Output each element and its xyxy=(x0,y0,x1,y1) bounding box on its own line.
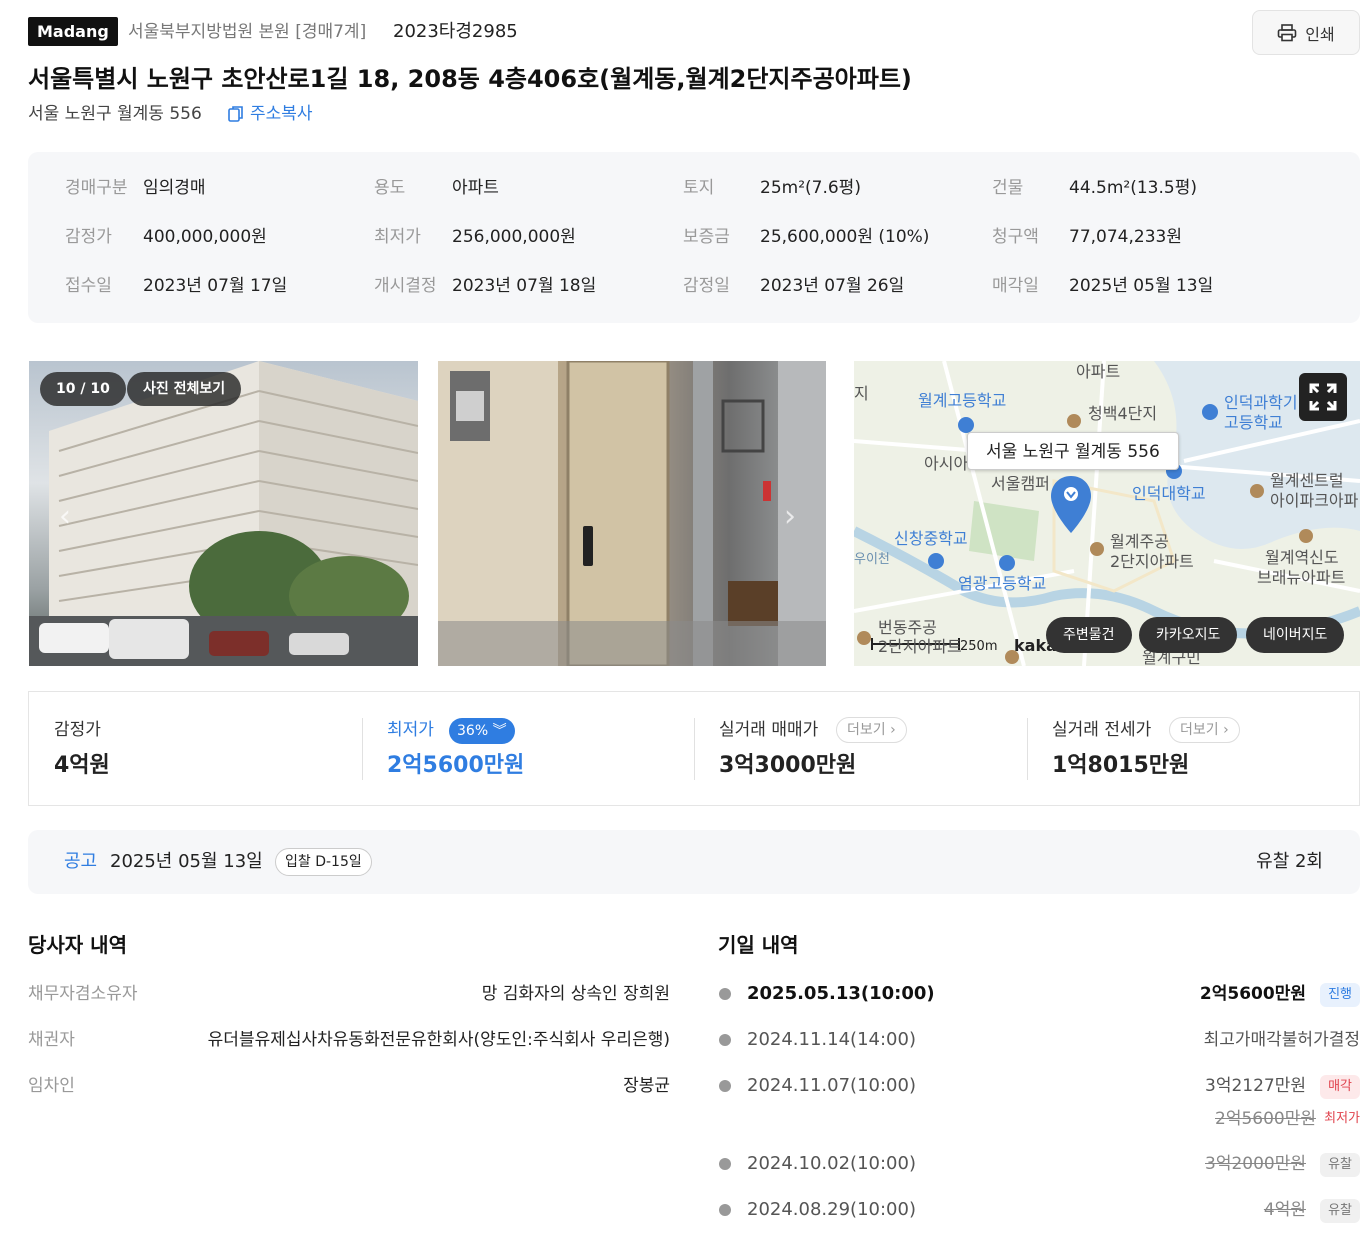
view-all-photos-button[interactable]: 사진 전체보기 xyxy=(127,372,242,406)
print-label: 인쇄 xyxy=(1305,24,1335,44)
divider xyxy=(362,718,363,780)
auction-info-panel: 경매구분 임의경매 용도 아파트 토지 25m²(7.6평) 건물 44.5m²(13.… xyxy=(28,152,1360,323)
status-badge: 유찰 xyxy=(1320,1199,1360,1223)
map-label: 월계고등학교 xyxy=(918,391,1007,410)
info-received: 접수일 2023년 07월 17일 xyxy=(65,276,288,296)
info-appraisal: 감정가 400,000,000원 xyxy=(65,227,267,247)
map-label: 신창중학교 xyxy=(894,529,968,548)
timeline-dot xyxy=(719,1034,731,1046)
parties-title: 당사자 내역 xyxy=(28,933,127,957)
timeline-dot xyxy=(719,988,731,1000)
fail-count: 유찰 2회 xyxy=(1256,851,1323,872)
double-chevron-down-icon: ︾ xyxy=(492,723,507,739)
prev-photo-icon[interactable]: ‹ xyxy=(59,499,71,534)
map-label: 브래뉴아파트 xyxy=(1257,568,1346,587)
map-label: 2단지아파트 xyxy=(878,637,962,656)
map-label: 청백4단지 xyxy=(1088,404,1158,423)
info-deposit: 보증금 25,600,000원 (10%) xyxy=(683,227,930,247)
rent-more-button[interactable]: 더보기 › xyxy=(1169,717,1240,743)
photo-building-exterior[interactable]: 10 / 10 사진 전체보기 ‹ xyxy=(29,361,418,666)
case-number: 2023타경2985 xyxy=(393,21,518,42)
map-address-tooltip: 서울 노원구 월계동 556 xyxy=(967,432,1179,470)
timeline-dot xyxy=(719,1204,731,1216)
map-label: 지 xyxy=(854,384,869,403)
next-photo-icon[interactable]: › xyxy=(784,499,796,534)
schedule-title: 기일 내역 xyxy=(718,933,799,957)
price-summary: 감정가 4억원 최저가 2억5600만원 36% ︾ 실거래 매매가 3억300… xyxy=(28,691,1360,806)
status-badge: 진행 xyxy=(1320,983,1360,1007)
info-commence: 개시결정 2023년 07월 18일 xyxy=(374,276,597,296)
photo-unit-door[interactable]: › xyxy=(438,361,826,666)
nearby-items-button[interactable]: 주변물건 xyxy=(1046,617,1132,653)
notice-date: 2025년 05월 13일 xyxy=(110,851,263,872)
status-badge: 매각 xyxy=(1320,1075,1360,1099)
min-price-tag: 최저가 xyxy=(1324,1111,1360,1126)
map-label: 월계주공 xyxy=(1110,532,1169,551)
notice-label: 공고 xyxy=(64,851,98,872)
info-sale-date: 매각일 2025년 05월 13일 xyxy=(992,276,1214,296)
info-type: 경매구분 임의경매 xyxy=(65,178,206,198)
info-appraisal-date: 감정일 2023년 07월 26일 xyxy=(683,276,905,296)
map-label: 2단지아파트 xyxy=(1110,552,1194,571)
map-label: 아시아 xyxy=(924,454,969,473)
map-label: 월계역신도 xyxy=(1265,548,1339,567)
location-map[interactable]: 아파트 월계고등학교 청백4단지 인덕과학기 고등학교 아시아 서울캠퍼 인덕대… xyxy=(854,361,1360,666)
price-rent: 실거래 전세가 1억8015만원 더보기 › xyxy=(1027,692,1360,805)
door-illustration xyxy=(438,361,826,666)
info-min-price: 최저가 256,000,000원 xyxy=(374,227,576,247)
map-scale: 250m xyxy=(960,639,998,654)
map-label: 인덕과학기 xyxy=(1224,393,1298,412)
dday-badge: 입찰 D-15일 xyxy=(275,848,372,876)
copy-label: 주소복사 xyxy=(250,104,313,124)
price-trade: 실거래 매매가 3억3000만원 더보기 › xyxy=(694,692,1027,805)
timeline-dot xyxy=(719,1080,731,1092)
map-label: 인덕대학교 xyxy=(1132,484,1206,503)
chevron-right-icon: › xyxy=(890,722,896,738)
photo-counter: 10 / 10 xyxy=(40,372,126,406)
chevron-right-icon: › xyxy=(1223,722,1229,738)
notice-bar: 공고 2025년 05월 13일 입찰 D-15일 유찰 2회 xyxy=(28,830,1360,894)
fullscreen-button[interactable] xyxy=(1299,373,1347,421)
info-usage: 용도 아파트 xyxy=(374,178,499,198)
info-land: 토지 25m²(7.6평) xyxy=(683,178,861,198)
page-title: 서울특별시 노원구 초안산로1길 18, 208동 4층406호(월계동,월계2… xyxy=(28,65,912,93)
map-label: 고등학교 xyxy=(1224,413,1283,432)
discount-badge: 36% ︾ xyxy=(449,718,515,744)
timeline-dot xyxy=(719,1158,731,1170)
naver-map-button[interactable]: 네이버지도 xyxy=(1246,617,1345,653)
print-button[interactable]: 인쇄 xyxy=(1252,10,1360,55)
kakao-map-button[interactable]: 카카오지도 xyxy=(1139,617,1238,653)
map-label: 번동주공 xyxy=(878,618,937,637)
price-minimum: 최저가 2억5600만원 36% ︾ xyxy=(387,718,525,778)
status-badge: 유찰 xyxy=(1320,1153,1360,1177)
copy-icon xyxy=(228,106,243,122)
map-label: 아파트 xyxy=(1076,362,1121,381)
printer-icon xyxy=(1277,23,1297,41)
building-illustration xyxy=(29,361,418,666)
copy-address-button[interactable]: 주소복사 xyxy=(227,102,313,126)
lot-address: 서울 노원구 월계동 556 xyxy=(28,104,202,124)
map-label: 아이파크아파 xyxy=(1270,491,1359,510)
trade-more-button[interactable]: 더보기 › xyxy=(836,717,907,743)
madang-logo: Madang xyxy=(28,17,118,46)
info-building: 건물 44.5m²(13.5평) xyxy=(992,178,1197,198)
court-name: 서울북부지방법원 본원 [경매7계] xyxy=(128,22,367,42)
info-claim: 청구액 77,074,233원 xyxy=(992,227,1182,247)
map-label: 염광고등학교 xyxy=(958,574,1047,593)
map-label: 서울캠퍼 xyxy=(991,474,1050,493)
map-label: 월계센트럴 xyxy=(1270,471,1344,490)
fullscreen-icon xyxy=(1309,383,1337,411)
map-label: 우이천 xyxy=(854,552,890,567)
